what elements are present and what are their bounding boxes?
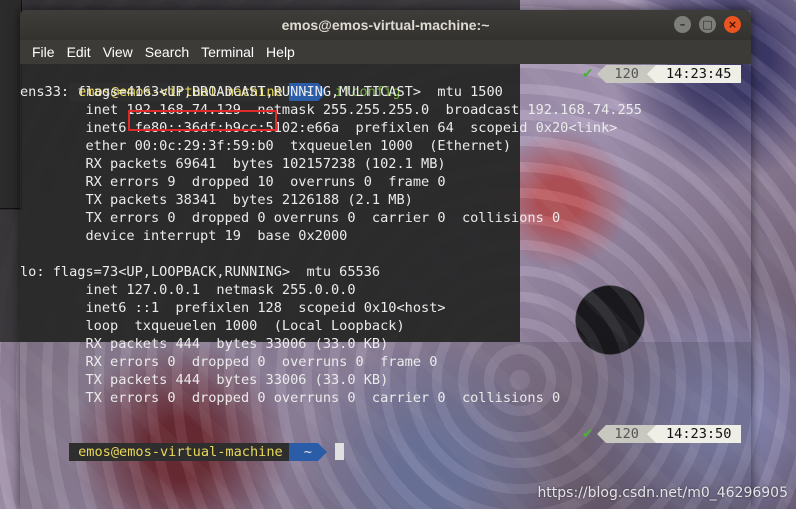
prompt-line-1: emos@emos-virtual-machine ~ ifconfig [20,65,400,101]
menu-help[interactable]: Help [260,44,301,60]
terminal-window: emos@emos-virtual-machine:~ – □ × File E… [20,10,751,509]
output-line: inet 192.168.74.129 netmask 255.255.255.… [20,102,642,118]
title-bar[interactable]: emos@emos-virtual-machine:~ – □ × [20,10,751,40]
window-controls: – □ × [674,16,741,33]
output-line: RX packets 69641 bytes 102157238 (102.1 … [20,156,446,172]
success-check-icon: ✔ [582,66,594,82]
window-title: emos@emos-virtual-machine:~ [281,17,490,33]
text-cursor[interactable] [334,443,344,460]
menu-file[interactable]: File [26,44,61,60]
output-line: loop txqueuelen 1000 (Local Loopback) [20,318,405,334]
right-prompt-2: ✔ 120 14:23:50 [578,425,742,443]
output-line: RX packets 444 bytes 33006 (33.0 KB) [20,336,389,352]
output-line: inet6 ::1 prefixlen 128 scopeid 0x10<hos… [20,300,446,316]
menu-edit[interactable]: Edit [61,44,97,60]
minimize-icon[interactable]: – [674,16,691,33]
maximize-icon[interactable]: □ [699,16,716,33]
output-line: RX errors 0 dropped 0 overruns 0 frame 0 [20,354,438,370]
timestamp: 14:23:45 [655,65,742,83]
prompt-line-2: emos@emos-virtual-machine ~ [20,425,344,461]
history-number: 120 [606,425,647,443]
close-icon[interactable]: × [724,16,741,33]
menu-search[interactable]: Search [139,44,195,60]
segment-separator-icon [597,425,607,443]
menu-bar: File Edit View Search Terminal Help [20,40,751,64]
output-line: TX errors 0 dropped 0 overruns 0 carrier… [20,210,561,226]
segment-separator-icon [597,65,607,83]
watermark-url: https://blog.csdn.net/m0_46296905 [537,485,788,501]
output-line: TX packets 444 bytes 33006 (33.0 KB) [20,372,389,388]
segment-separator-icon [646,425,656,443]
output-line: ether 00:0c:29:3f:59:b0 txqueuelen 1000 … [20,138,512,154]
output-line: ens33: flags=4163<UP,BROADCAST,RUNNING,M… [20,84,503,100]
output-line: device interrupt 19 base 0x2000 [20,228,348,244]
prompt-directory: ~ [288,443,318,461]
timestamp: 14:23:50 [655,425,742,443]
menu-view[interactable]: View [97,44,139,60]
ip-highlight-box [128,110,277,131]
output-line: lo: flags=73<UP,LOOPBACK,RUNNING> mtu 65… [20,264,381,280]
success-check-icon: ✔ [582,426,594,442]
output-line: TX errors 0 dropped 0 overruns 0 carrier… [20,390,561,406]
output-line: inet6 fe80::36df:b9cc:5102:e66a prefixle… [20,120,618,136]
prompt-user: emos@emos-virtual-machine [69,443,289,461]
output-line: inet 127.0.0.1 netmask 255.0.0.0 [20,282,356,298]
terminal-output-area[interactable]: emos@emos-virtual-machine ~ ifconfig ✔ 120… [0,64,751,509]
history-number: 120 [606,65,647,83]
output-line: TX packets 38341 bytes 2126188 (2.1 MB) [20,192,413,208]
menu-terminal[interactable]: Terminal [195,44,260,60]
output-line: RX errors 9 dropped 10 overruns 0 frame … [20,174,446,190]
right-prompt-1: ✔ 120 14:23:45 [578,65,742,83]
segment-separator-icon [646,65,656,83]
prompt-separator-icon [317,443,327,461]
